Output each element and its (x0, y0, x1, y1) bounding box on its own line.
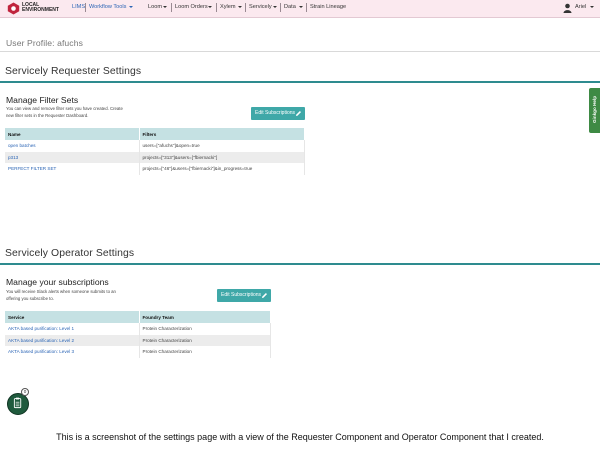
top-nav-bar: LOCAL ENVIRONMENT LIMS Workflow Tools Lo… (0, 0, 600, 18)
help-side-tab[interactable]: Ginkgo Help (589, 88, 600, 133)
subscriptions-description-line1: You will receive Slack alerts when someo… (6, 289, 116, 294)
filter-set-filters: users=["afuchs"]&open=true (139, 140, 305, 152)
table-header-row: Service Foundry Team (5, 311, 271, 323)
table-row: open batches users=["afuchs"]&open=true (5, 140, 305, 152)
filter-sets-description-line1: You can view and remove filter sets you … (6, 106, 123, 111)
foundry-team: Protein Characterization (139, 323, 271, 335)
table-header-row: Name Filters (5, 128, 305, 140)
requester-section-title: Servicely Requester Settings (5, 66, 142, 77)
notification-count-badge: 0 (21, 388, 29, 396)
nav-divider (245, 3, 246, 12)
pencil-icon (296, 111, 301, 116)
foundry-team: Protein Characterization (139, 346, 271, 358)
table-row: AKTA based purification: Level 2 Protein… (5, 334, 271, 346)
chevron-down-icon[interactable] (273, 6, 277, 8)
nav-loom-orders[interactable]: Loom Orders (175, 4, 208, 10)
table-row: p313 projects=["313"]&users=["fbiernacki… (5, 151, 305, 163)
nav-lims[interactable]: LIMS (72, 4, 85, 10)
table-row: AKTA based purification: Level 3 Protein… (5, 346, 271, 358)
operator-section-title: Servicely Operator Settings (5, 248, 135, 259)
chevron-down-icon[interactable] (238, 6, 242, 8)
filter-set-name-link[interactable]: p313 (5, 151, 140, 163)
column-header-foundry-team[interactable]: Foundry Team (139, 311, 271, 323)
filter-set-filters: projects=["313"]&users=["fbiernacki"] (139, 151, 305, 163)
service-link[interactable]: AKTA based purification: Level 2 (5, 334, 140, 346)
screenshot-caption: This is a screenshot of the settings pag… (56, 432, 544, 442)
clipboard-icon (13, 397, 22, 409)
clipboard-fab-button[interactable] (7, 393, 29, 415)
requester-edit-subscriptions-label: Edit Subscriptions (255, 110, 296, 116)
environment-label-line2: ENVIRONMENT (22, 7, 59, 14)
column-header-filters[interactable]: Filters (139, 128, 305, 140)
subscriptions-description-line2: offering you subscribe to. (6, 295, 54, 301)
column-header-name[interactable]: Name (5, 128, 140, 140)
column-header-service[interactable]: Service (5, 311, 140, 323)
chevron-down-icon[interactable] (208, 6, 212, 8)
chevron-down-icon[interactable] (163, 6, 167, 8)
subscriptions-heading: Manage your subscriptions (6, 277, 109, 287)
filter-sets-description-line2: new filter sets in the Requester Dashboa… (6, 112, 89, 118)
pencil-icon (262, 293, 267, 298)
filter-set-name-link[interactable]: open batches (5, 140, 140, 152)
table-row: AKTA based purification: Level 1 Protein… (5, 323, 271, 335)
chevron-down-icon[interactable] (590, 6, 594, 8)
divider (0, 51, 600, 52)
ginkgo-logo-icon[interactable] (7, 2, 20, 15)
nav-strain-lineage[interactable]: Strain Lineage (310, 4, 346, 10)
service-link[interactable]: AKTA based purification: Level 1 (5, 323, 140, 335)
filter-sets-description: You can view and remove filter sets you … (6, 106, 123, 119)
nav-divider (85, 3, 86, 12)
foundry-team: Protein Characterization (139, 334, 271, 346)
user-avatar-icon[interactable] (563, 3, 572, 13)
nav-data[interactable]: Data (284, 4, 296, 10)
filter-sets-table: Name Filters open batches users=["afuchs… (5, 128, 305, 175)
filter-sets-heading: Manage Filter Sets (6, 95, 79, 105)
chevron-down-icon[interactable] (129, 6, 133, 8)
service-link[interactable]: AKTA based purification: Level 3 (5, 346, 140, 358)
filter-set-name-link[interactable]: PERFECT FILTER SET (5, 163, 140, 175)
nav-loom[interactable]: Loom (148, 4, 162, 10)
table-row: PERFECT FILTER SET projects=["46"]&users… (5, 163, 305, 175)
section-divider (0, 81, 600, 83)
nav-divider (216, 3, 217, 12)
subscriptions-description: You will receive Slack alerts when someo… (6, 289, 116, 302)
nav-servicely[interactable]: Servicely (249, 4, 272, 10)
nav-divider (306, 3, 307, 12)
page-title: User Profile: afuchs (6, 38, 83, 48)
chevron-down-icon[interactable] (299, 6, 303, 8)
operator-edit-subscriptions-label: Edit Subscriptions (221, 292, 262, 298)
filter-set-filters: projects=["46"]&users=["fbiernacki"]&in_… (139, 163, 305, 175)
section-divider (0, 263, 600, 265)
help-side-tab-label: Ginkgo Help (592, 95, 597, 124)
subscriptions-table: Service Foundry Team AKTA based purifica… (5, 311, 271, 358)
nav-xylem[interactable]: Xylem (220, 4, 236, 10)
nav-divider (280, 3, 281, 12)
nav-divider (171, 3, 172, 12)
requester-edit-subscriptions-button[interactable]: Edit Subscriptions (251, 107, 305, 120)
environment-label: LOCAL ENVIRONMENT (22, 2, 59, 14)
operator-edit-subscriptions-button[interactable]: Edit Subscriptions (217, 289, 271, 302)
nav-workflow-tools[interactable]: Workflow Tools (89, 4, 126, 10)
user-menu-name[interactable]: Ariel (575, 4, 586, 10)
